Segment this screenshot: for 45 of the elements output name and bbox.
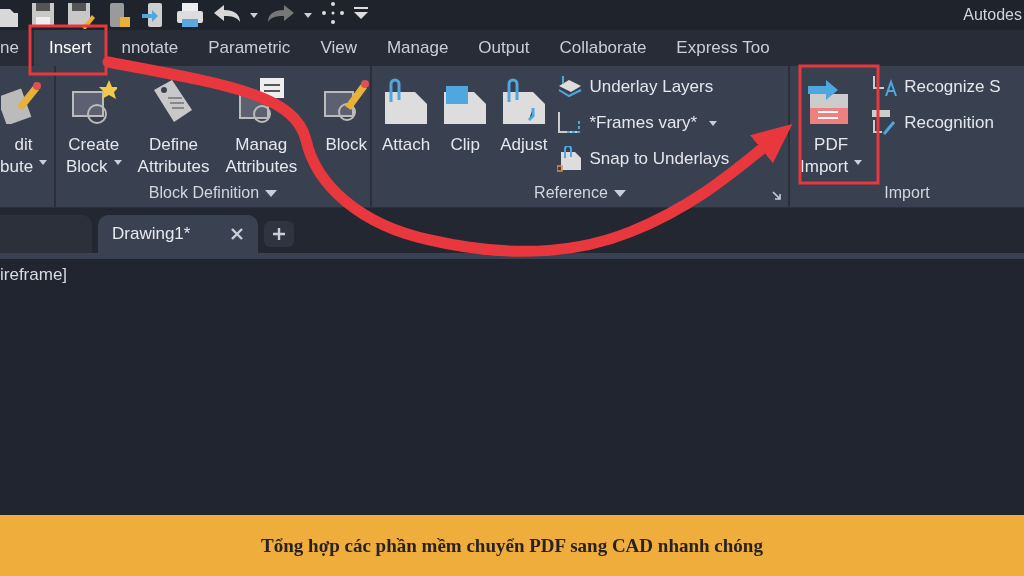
ribbon-tool-button[interactable]: Create Block <box>64 78 124 179</box>
block-list-icon <box>238 78 285 124</box>
ribbon-tab[interactable]: nnotate <box>106 30 194 66</box>
ribbon-tab[interactable]: Collaborate <box>544 30 662 66</box>
ribbon-tool-button[interactable]: Recognize S <box>872 72 1001 102</box>
ribbon-tool-button[interactable]: *Frames vary* <box>557 108 730 138</box>
printer-icon[interactable] <box>176 1 204 29</box>
ribbon-tool-button[interactable]: PDF Import <box>798 78 865 179</box>
ribbon-tool-button[interactable]: Underlay Layers <box>557 72 730 102</box>
ribbon-tool-button[interactable]: Adjust <box>498 78 550 179</box>
new-tab-button[interactable] <box>264 221 295 247</box>
panel-launcher-icon[interactable] <box>772 191 782 201</box>
snap-document-icon <box>557 146 584 172</box>
ribbon-tab[interactable]: Insert <box>33 30 107 66</box>
ribbon-tool-button[interactable]: Snap to Underlays <box>557 144 730 174</box>
ribbon-tool-button[interactable]: dit bute <box>0 78 50 179</box>
stacked-layers-icon <box>557 74 584 100</box>
document-tab[interactable]: Drawing1* <box>98 215 259 253</box>
panel-title: Import <box>884 184 930 202</box>
ribbon-tool-button[interactable]: Define Attributes <box>135 78 212 179</box>
block-star-icon <box>70 78 117 124</box>
panel-title[interactable]: Reference <box>534 184 626 202</box>
floppy-disk-pencil-icon[interactable] <box>66 1 96 29</box>
plus-icon <box>272 227 287 241</box>
ribbon-tool-button[interactable]: Clip <box>440 78 491 179</box>
ribbon-tool-button[interactable]: Recognition <box>872 108 1001 138</box>
ribbon-tab[interactable]: Express Too <box>661 30 785 66</box>
panel-title[interactable]: Block Definition <box>148 184 278 202</box>
close-icon[interactable] <box>230 227 245 241</box>
adjust-document-icon <box>500 78 547 124</box>
ribbon-tab[interactable]: View <box>305 30 372 66</box>
ribbon-tool-button[interactable]: Manag Attributes <box>223 78 300 179</box>
block-pencil-icon <box>323 78 370 124</box>
ribbon-tab[interactable]: Manage <box>371 30 464 66</box>
paperclip-document-icon <box>383 78 430 124</box>
caret-icon[interactable] <box>250 12 258 18</box>
ribbon-tab[interactable]: ne <box>0 30 34 66</box>
ribbon-tab[interactable]: Parametric <box>193 30 306 66</box>
caret-icon[interactable] <box>304 12 312 18</box>
window-title: Autodes <box>963 6 1023 24</box>
ribbon-tool-button[interactable]: Attach <box>380 78 433 179</box>
ribbon-tab[interactable]: Output <box>463 30 545 66</box>
viewport-label[interactable]: ireframe] <box>0 265 68 285</box>
ribbon-tool-button[interactable]: Block <box>321 78 372 179</box>
caption-text: Tổng hợp các phần mềm chuyển PDF sang CAD nhanh chóng <box>261 534 763 557</box>
